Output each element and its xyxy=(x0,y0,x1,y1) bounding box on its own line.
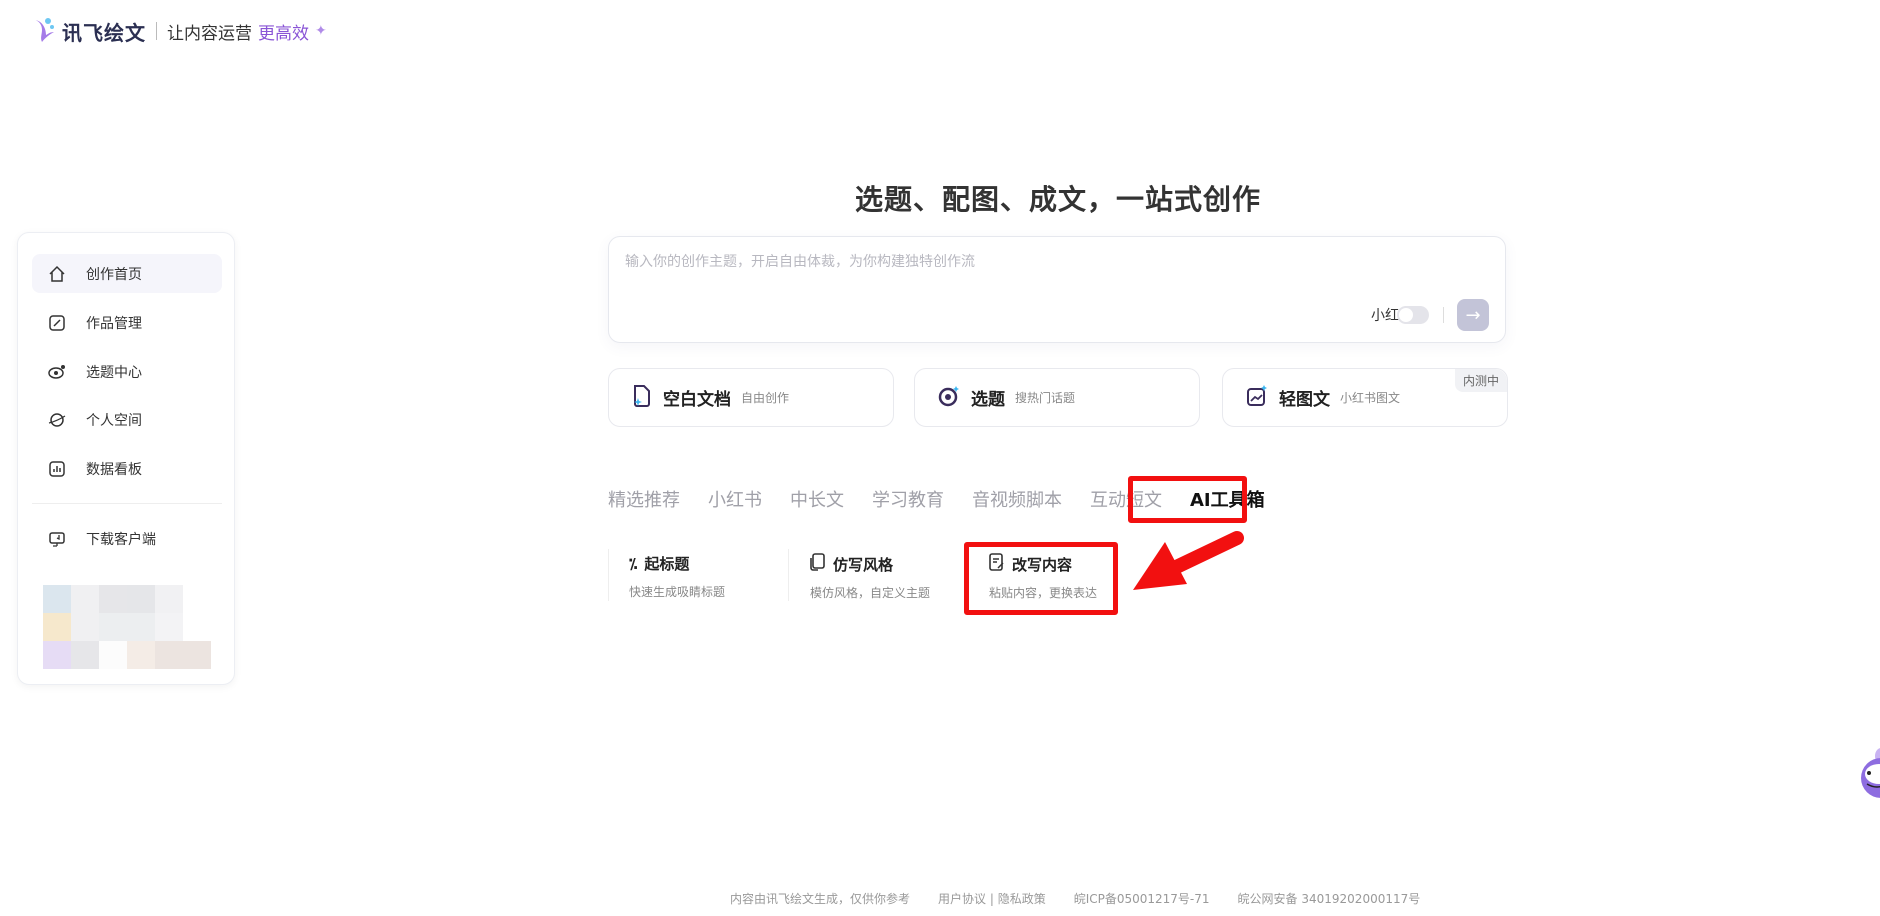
sidebar-item-label: 数据看板 xyxy=(86,459,142,479)
sidebar-item-works[interactable]: 作品管理 xyxy=(32,303,222,342)
edit-icon xyxy=(48,314,66,332)
slogan-highlight: 更高效 xyxy=(258,19,309,44)
tool-subtitle: 快速生成吸睛标题 xyxy=(629,583,725,600)
card-subtitle: 搜热门话题 xyxy=(1015,389,1075,406)
sidebar-item-dashboard[interactable]: 数据看板 xyxy=(32,449,222,488)
slogan: 让内容运营 xyxy=(167,19,252,44)
send-button[interactable]: → xyxy=(1457,299,1489,331)
card-title: 选题 xyxy=(971,385,1005,410)
topic-input[interactable]: 输入你的创作主题，开启自由体裁，为你构建独特创作流 小红书 → xyxy=(608,236,1506,343)
divider xyxy=(608,549,609,601)
tab-xiaohongshu[interactable]: 小红书 xyxy=(708,486,762,512)
logo-icon xyxy=(30,16,56,46)
chart-icon xyxy=(48,460,66,478)
xiaohongshu-toggle[interactable] xyxy=(1397,306,1429,324)
highlight-box-tab xyxy=(1128,476,1247,523)
eye-sparkle-icon xyxy=(48,363,66,381)
assistant-mascot-icon[interactable] xyxy=(1857,744,1880,802)
highlight-box-tool xyxy=(964,542,1118,615)
tool-headline[interactable]: ⁒ 起标题 快速生成吸睛标题 xyxy=(629,553,725,600)
sidebar-item-label: 创作首页 xyxy=(86,264,142,284)
tool-subtitle: 模仿风格，自定义主题 xyxy=(810,584,930,601)
footer-disclaimer: 内容由讯飞绘文生成，仅供你参考 xyxy=(730,890,910,907)
sidebar: 创作首页 作品管理 选题中心 个人空间 数据看板 下载客户端 xyxy=(17,232,235,685)
home-icon xyxy=(48,265,66,283)
card-blank-document[interactable]: 空白文档 自由创作 xyxy=(608,368,894,427)
divider xyxy=(156,22,157,40)
sidebar-item-label: 选题中心 xyxy=(86,362,142,382)
sparkle-icon: ✦ xyxy=(315,23,327,39)
topic-input-placeholder: 输入你的创作主题，开启自由体裁，为你构建独特创作流 xyxy=(625,251,975,271)
tool-title: 起标题 xyxy=(644,553,689,574)
card-title: 空白文档 xyxy=(663,385,731,410)
tab-video-script[interactable]: 音视频脚本 xyxy=(972,486,1062,512)
planet-face-icon xyxy=(48,411,66,429)
sidebar-item-download[interactable]: 下载客户端 xyxy=(32,519,222,558)
divider xyxy=(788,549,789,601)
card-subtitle: 小红书图文 xyxy=(1340,389,1400,406)
image-text-icon xyxy=(1245,384,1269,412)
sidebar-item-space[interactable]: 个人空间 xyxy=(32,400,222,439)
footer-icp[interactable]: 皖ICP备05001217号-71 xyxy=(1074,890,1210,907)
footer: 内容由讯飞绘文生成，仅供你参考 用户协议 | 隐私政策 皖ICP备0500121… xyxy=(730,890,1420,907)
monitor-download-icon xyxy=(48,530,66,548)
footer-police[interactable]: 皖公网安备 34019202000117号 xyxy=(1238,890,1421,907)
beta-badge: 内测中 xyxy=(1455,369,1507,392)
tab-education[interactable]: 学习教育 xyxy=(872,486,944,512)
tab-featured[interactable]: 精选推荐 xyxy=(608,486,680,512)
sidebar-divider xyxy=(32,503,222,504)
card-topic[interactable]: 选题 搜热门话题 xyxy=(914,368,1200,427)
sidebar-item-label: 作品管理 xyxy=(86,313,142,333)
blurred-qr-image xyxy=(43,585,211,669)
card-subtitle: 自由创作 xyxy=(741,389,789,406)
logo[interactable]: 讯飞绘文 让内容运营更高效 ✦ xyxy=(30,14,327,48)
divider xyxy=(1443,307,1444,323)
card-title: 轻图文 xyxy=(1279,385,1330,410)
tab-long-article[interactable]: 中长文 xyxy=(790,486,844,512)
sidebar-item-label: 个人空间 xyxy=(86,410,142,430)
red-arrow-annotation xyxy=(1125,528,1245,598)
card-image-text[interactable]: 轻图文 小红书图文 内测中 xyxy=(1222,368,1508,427)
sidebar-item-topics[interactable]: 选题中心 xyxy=(32,352,222,391)
brand-name: 讯飞绘文 xyxy=(62,17,146,46)
target-icon xyxy=(937,384,961,412)
arrow-right-icon: → xyxy=(1465,305,1480,326)
tool-imitate-style[interactable]: 仿写风格 模仿风格，自定义主题 xyxy=(810,553,930,601)
page-title: 选题、配图、成文，一站式创作 xyxy=(0,178,1880,218)
sidebar-item-home[interactable]: 创作首页 xyxy=(32,254,222,293)
tool-title: 仿写风格 xyxy=(833,554,893,575)
footer-links[interactable]: 用户协议 | 隐私政策 xyxy=(938,890,1046,907)
document-icon xyxy=(631,384,653,412)
copy-style-icon xyxy=(810,553,826,575)
sidebar-item-label: 下载客户端 xyxy=(86,529,156,549)
magic-wand-icon: ⁒ xyxy=(629,555,637,573)
